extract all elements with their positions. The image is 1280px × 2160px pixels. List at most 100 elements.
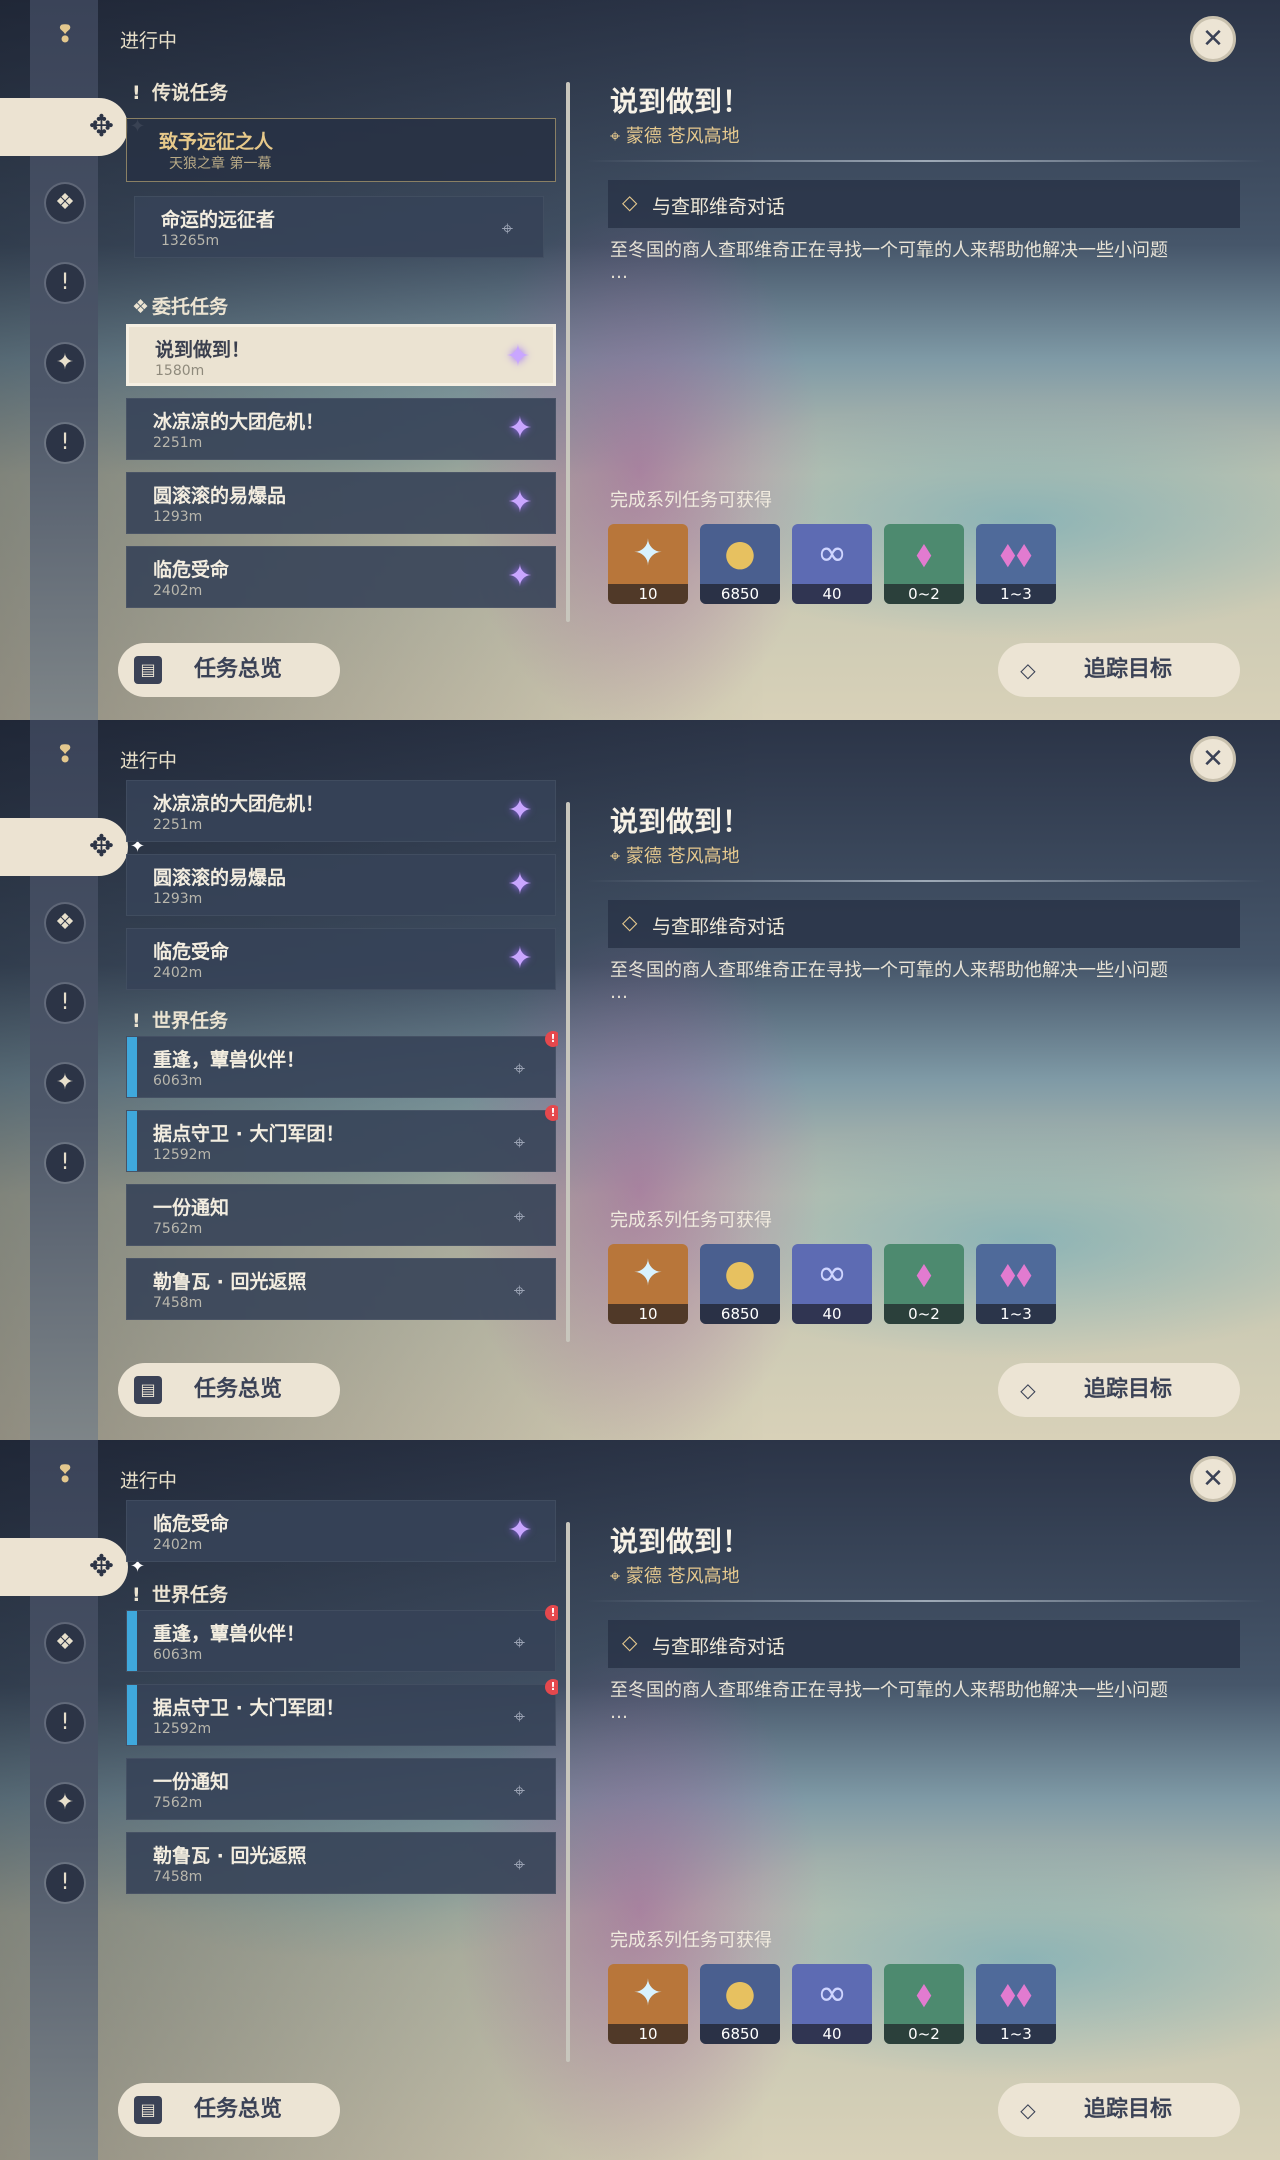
- track-button[interactable]: ◇ 追踪目标: [998, 1363, 1240, 1417]
- quest-title: 一份通知: [153, 1771, 230, 1793]
- scrollbar[interactable]: [566, 1522, 570, 2062]
- commission-diamond-icon: ✦: [507, 941, 533, 976]
- commission-card[interactable]: 圆滚滚的易爆品 1293m ✦: [126, 472, 556, 534]
- reward-crystal[interactable]: ⬧ 0~2: [884, 524, 964, 604]
- detail-title: 说到做到！: [610, 805, 751, 838]
- quest-list[interactable]: 冰凉凉的大团危机！ 2251m ✦ 圆滚滚的易爆品 1293m ✦ 临危受命 2…: [118, 780, 558, 1340]
- world-quest-icon[interactable]: !: [46, 1144, 84, 1182]
- commission-card[interactable]: 冰凉凉的大团危机！ 2251m ✦: [126, 398, 556, 460]
- commission-icon[interactable]: ✦: [46, 1784, 84, 1822]
- scrollbar[interactable]: [566, 802, 570, 1342]
- reward-adventure-exp[interactable]: ∞ 40: [792, 1964, 872, 2044]
- track-diamond-icon: ◇: [1020, 658, 1036, 682]
- rewards-title: 完成系列任务可获得: [610, 1210, 772, 1231]
- all-quests-icon[interactable]: ✥: [0, 818, 128, 876]
- legend-quest-card[interactable]: 致予远征之人 天狼之章 第一幕: [126, 118, 556, 182]
- screenshot-3: ❢ ✥ ✦ ❖ ! ✦ ! 进行中 ✕ 临危受命 2402m ✦ ! 世界任务 重…: [0, 1440, 1280, 2160]
- quest-list[interactable]: 临危受命 2402m ✦ ! 世界任务 重逢，蕈兽伙伴！ 6063m ⌖ ! 据点…: [118, 1500, 558, 2060]
- map-pin-icon: ⌖: [513, 1278, 525, 1302]
- world-quest-card[interactable]: 勒鲁瓦 · 回光返照 7458m ⌖: [126, 1258, 556, 1320]
- quest-title: 圆滚滚的易爆品: [153, 867, 287, 889]
- commission-card-selected[interactable]: 说到做到！ 1580m ✦: [126, 324, 556, 386]
- world-quest-card[interactable]: 据点守卫 · 大门军团！ 12592m ⌖ !: [126, 1105, 558, 1172]
- detail-location: ⌖ 蒙德 苍风高地: [610, 1566, 740, 1587]
- quest-title: 勒鲁瓦 · 回光返照: [153, 1845, 307, 1867]
- objective-diamond-icon: ◇: [622, 910, 638, 934]
- quest-distance: 2402m: [153, 965, 203, 981]
- legend-quest-icon[interactable]: !: [46, 264, 84, 302]
- reward-crystal-cluster[interactable]: ⬧⬧ 1~3: [976, 1244, 1056, 1324]
- all-quests-icon[interactable]: ✥: [0, 98, 128, 156]
- alert-icon: !: [545, 1105, 558, 1121]
- alert-icon: !: [545, 1605, 558, 1621]
- reward-primogem[interactable]: ✦ 10: [608, 1964, 688, 2044]
- world-quest-card[interactable]: 一份通知 7562m ⌖: [126, 1758, 556, 1820]
- all-quests-icon[interactable]: ✥: [0, 1538, 128, 1596]
- quest-distance: 1293m: [153, 509, 203, 525]
- legend-quest-icon[interactable]: !: [46, 984, 84, 1022]
- quest-distance: 1580m: [155, 363, 205, 379]
- mora-icon: ●: [724, 1973, 756, 2014]
- commission-icon[interactable]: ✦: [46, 344, 84, 382]
- commission-diamond-icon: ✦: [507, 867, 533, 902]
- quest-distance: 2251m: [153, 435, 203, 451]
- legend-step-distance: 13265m: [161, 233, 220, 249]
- reward-mora[interactable]: ● 6850: [700, 1964, 780, 2044]
- bookmark-icon[interactable]: ❢: [48, 14, 82, 54]
- objective-bar: ◇ 与查耶维奇对话: [608, 900, 1240, 948]
- bookmark-icon[interactable]: ❢: [48, 734, 82, 774]
- quest-overview-button[interactable]: ▤ 任务总览: [118, 1363, 340, 1417]
- quest-list[interactable]: ! 传说任务 致予远征之人 天狼之章 第一幕 命运的远征者 13265m ⌖ ❖ 委…: [118, 60, 558, 620]
- archon-quest-icon[interactable]: ❖: [46, 1624, 84, 1662]
- commission-card[interactable]: 临危受命 2402m ✦: [126, 1500, 556, 1562]
- world-quest-card[interactable]: 据点守卫 · 大门军团！ 12592m ⌖ !: [126, 1679, 558, 1746]
- commission-card[interactable]: 圆滚滚的易爆品 1293m ✦: [126, 854, 556, 916]
- quest-distance: 7562m: [153, 1795, 203, 1811]
- archon-quest-icon[interactable]: ❖: [46, 904, 84, 942]
- reward-primogem[interactable]: ✦ 10: [608, 1244, 688, 1324]
- commission-card[interactable]: 冰凉凉的大团危机！ 2251m ✦: [126, 780, 556, 842]
- bookmark-icon[interactable]: ❢: [48, 1454, 82, 1494]
- commission-icon[interactable]: ✦: [46, 1064, 84, 1102]
- quest-overview-button[interactable]: ▤ 任务总览: [118, 643, 340, 697]
- reward-adventure-exp[interactable]: ∞ 40: [792, 1244, 872, 1324]
- crystal-icon: ⬧: [915, 1253, 933, 1294]
- quest-distance: 6063m: [153, 1073, 203, 1089]
- reward-crystal-cluster[interactable]: ⬧⬧ 1~3: [976, 524, 1056, 604]
- reward-mora[interactable]: ● 6850: [700, 1244, 780, 1324]
- world-quest-card[interactable]: 一份通知 7562m ⌖: [126, 1184, 556, 1246]
- quest-title: 圆滚滚的易爆品: [153, 485, 287, 507]
- reward-crystal[interactable]: ⬧ 0~2: [884, 1964, 964, 2044]
- track-diamond-icon: ◇: [1020, 2098, 1036, 2122]
- commission-card[interactable]: 临危受命 2402m ✦: [126, 546, 556, 608]
- commission-card[interactable]: 临危受命 2402m ✦: [126, 928, 556, 990]
- legend-quest-icon[interactable]: !: [46, 1704, 84, 1742]
- mora-icon: ●: [724, 1253, 756, 1294]
- reward-crystal-cluster[interactable]: ⬧⬧ 1~3: [976, 1964, 1056, 2044]
- location-pin-icon: ⌖: [610, 126, 626, 147]
- primogem-icon: ✦: [632, 1973, 664, 2014]
- in-progress-label: 进行中: [120, 30, 178, 52]
- world-quest-card[interactable]: 重逢，蕈兽伙伴！ 6063m ⌖ !: [126, 1605, 558, 1672]
- quest-overview-button[interactable]: ▤ 任务总览: [118, 2083, 340, 2137]
- world-quest-card[interactable]: 重逢，蕈兽伙伴！ 6063m ⌖ !: [126, 1031, 558, 1098]
- quest-book-icon: ▤: [134, 656, 162, 684]
- track-button[interactable]: ◇ 追踪目标: [998, 2083, 1240, 2137]
- archon-quest-icon[interactable]: ❖: [46, 184, 84, 222]
- world-quest-icon[interactable]: !: [46, 424, 84, 462]
- location-pin-icon: ⌖: [610, 1566, 626, 1587]
- reward-adventure-exp[interactable]: ∞ 40: [792, 524, 872, 604]
- tracking-bar: [127, 1037, 137, 1097]
- world-quest-card[interactable]: 勒鲁瓦 · 回光返照 7458m ⌖: [126, 1832, 556, 1894]
- alert-icon: !: [545, 1679, 558, 1695]
- track-button[interactable]: ◇ 追踪目标: [998, 643, 1240, 697]
- commission-diamond-icon: ✦: [507, 411, 533, 446]
- reward-crystal[interactable]: ⬧ 0~2: [884, 1244, 964, 1324]
- world-quest-icon[interactable]: !: [46, 1864, 84, 1902]
- legend-step-card[interactable]: 命运的远征者 13265m ⌖: [134, 196, 544, 258]
- reward-primogem[interactable]: ✦ 10: [608, 524, 688, 604]
- location-pin-icon: ⌖: [610, 846, 626, 867]
- scrollbar[interactable]: [566, 82, 570, 622]
- reward-mora[interactable]: ● 6850: [700, 524, 780, 604]
- quest-title: 勒鲁瓦 · 回光返照: [153, 1271, 307, 1293]
